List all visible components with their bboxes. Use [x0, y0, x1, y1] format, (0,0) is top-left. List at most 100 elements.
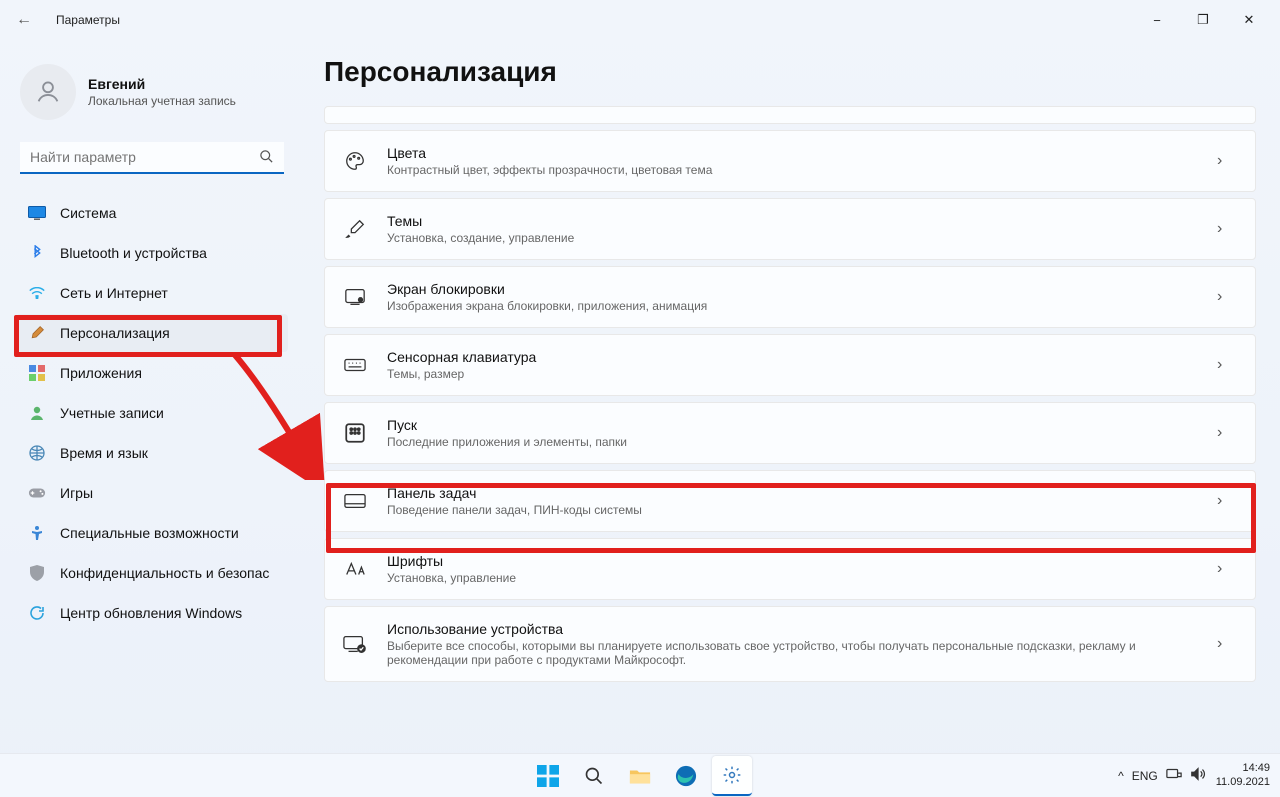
taskbar: ^ ENG 14:49 11.09.2021 — [0, 753, 1280, 797]
system-tray: ^ ENG 14:49 11.09.2021 — [1118, 762, 1270, 790]
card-title: Панель задач — [387, 485, 1197, 501]
card-sub: Темы, размер — [387, 367, 1197, 381]
search-field[interactable] — [20, 142, 284, 174]
paintbrush-icon — [28, 324, 46, 342]
sidebar-item-gaming[interactable]: Игры — [16, 474, 288, 512]
card-title: Шрифты — [387, 553, 1197, 569]
user-sub: Локальная учетная запись — [88, 94, 236, 108]
search-input[interactable] — [20, 142, 284, 174]
back-icon[interactable]: ← — [16, 11, 36, 29]
sidebar-item-label: Конфиденциальность и безопас — [60, 565, 269, 581]
card-title: Темы — [387, 213, 1197, 229]
sidebar-item-bluetooth[interactable]: Bluetooth и устройства — [16, 234, 288, 272]
card-lockscreen[interactable]: Экран блокировки Изображения экрана блоки… — [324, 266, 1256, 328]
card-sub: Выберите все способы, которыми вы планир… — [387, 639, 1197, 667]
card-themes[interactable]: Темы Установка, создание, управление › — [324, 198, 1256, 260]
bluetooth-icon — [28, 244, 46, 262]
sidebar-item-label: Игры — [60, 485, 93, 501]
tray-clock[interactable]: 14:49 11.09.2021 — [1216, 762, 1270, 790]
person-icon — [28, 404, 46, 422]
gamepad-icon — [28, 484, 46, 502]
card-peek[interactable] — [324, 106, 1256, 124]
card-device-usage[interactable]: Использование устройства Выберите все спо… — [324, 606, 1256, 682]
taskbar-settings-button[interactable] — [712, 756, 752, 796]
wifi-icon — [28, 284, 46, 302]
tray-language[interactable]: ENG — [1132, 769, 1158, 783]
page-title: Персонализация — [324, 56, 1256, 88]
sidebar: Евгений Локальная учетная запись Система… — [0, 40, 300, 797]
palette-icon — [343, 149, 367, 173]
sidebar-item-personalization[interactable]: Персонализация — [16, 314, 288, 352]
chevron-right-icon: › — [1217, 356, 1237, 374]
sidebar-item-privacy[interactable]: Конфиденциальность и безопас — [16, 554, 288, 592]
card-title: Цвета — [387, 145, 1197, 161]
taskbar-center — [528, 756, 752, 796]
card-sub: Последние приложения и элементы, папки — [387, 435, 1197, 449]
card-touch-keyboard[interactable]: Сенсорная клавиатура Темы, размер › — [324, 334, 1256, 396]
taskbar-edge-button[interactable] — [666, 756, 706, 796]
card-taskbar[interactable]: Панель задачПоведение панели задач, ПИН-… — [324, 470, 1256, 532]
nav-list: Система Bluetooth и устройства Сеть и Ин… — [16, 194, 288, 632]
sidebar-item-update[interactable]: Центр обновления Windows — [16, 594, 288, 632]
card-fonts[interactable]: Шрифты Установка, управление › — [324, 538, 1256, 600]
sidebar-item-network[interactable]: Сеть и Интернет — [16, 274, 288, 312]
card-title: Экран блокировки — [387, 281, 1197, 297]
sidebar-item-accounts[interactable]: Учетные записи — [16, 394, 288, 432]
sidebar-item-label: Bluetooth и устройства — [60, 245, 207, 261]
window-controls: − ❐ ✕ — [1134, 0, 1272, 40]
brush-icon — [343, 217, 367, 241]
sidebar-item-label: Приложения — [60, 365, 142, 381]
card-sub: Контрастный цвет, эффекты прозрачности, … — [387, 163, 1197, 177]
sidebar-item-label: Система — [60, 205, 116, 221]
sidebar-item-label: Специальные возможности — [60, 525, 239, 541]
chevron-right-icon: › — [1217, 220, 1237, 238]
tray-time: 14:49 — [1216, 762, 1270, 776]
shield-icon — [28, 564, 46, 582]
font-icon — [343, 557, 367, 581]
chevron-right-icon: › — [1217, 492, 1237, 510]
titlebar: ← Параметры − ❐ ✕ — [0, 0, 1280, 40]
sidebar-item-label: Персонализация — [60, 325, 170, 341]
tray-chevron-icon[interactable]: ^ — [1118, 769, 1124, 783]
chevron-right-icon: › — [1217, 152, 1237, 170]
minimize-button[interactable]: − — [1134, 0, 1180, 40]
start-menu-button[interactable] — [528, 756, 568, 796]
card-sub: Изображения экрана блокировки, приложени… — [387, 299, 1197, 313]
apps-icon — [28, 364, 46, 382]
maximize-button[interactable]: ❐ — [1180, 0, 1226, 40]
window-title: Параметры — [56, 13, 120, 27]
sidebar-item-accessibility[interactable]: Специальные возможности — [16, 514, 288, 552]
taskbar-icon — [343, 489, 367, 513]
sidebar-item-apps[interactable]: Приложения — [16, 354, 288, 392]
card-title: Использование устройства — [387, 621, 1197, 637]
card-title: Пуск — [387, 417, 1197, 433]
settings-card-list: Цвета Контрастный цвет, эффекты прозрачно… — [324, 106, 1256, 682]
sidebar-item-label: Центр обновления Windows — [60, 605, 242, 621]
tray-volume-icon[interactable] — [1190, 767, 1206, 784]
search-icon — [259, 149, 274, 169]
sidebar-item-time-language[interactable]: Время и язык — [16, 434, 288, 472]
tray-network-icon[interactable] — [1166, 767, 1182, 784]
user-profile[interactable]: Евгений Локальная учетная запись — [20, 64, 288, 120]
settings-window: ← Параметры − ❐ ✕ Евгений Локальная учет… — [0, 0, 1280, 797]
card-colors[interactable]: Цвета Контрастный цвет, эффекты прозрачно… — [324, 130, 1256, 192]
card-sub: Установка, управление — [387, 571, 1197, 585]
taskbar-search-button[interactable] — [574, 756, 614, 796]
globe-clock-icon — [28, 444, 46, 462]
card-start[interactable]: Пуск Последние приложения и элементы, пап… — [324, 402, 1256, 464]
tray-date: 11.09.2021 — [1216, 776, 1270, 790]
sidebar-item-label: Сеть и Интернет — [60, 285, 168, 301]
card-title: Сенсорная клавиатура — [387, 349, 1197, 365]
chevron-right-icon: › — [1217, 424, 1237, 442]
sidebar-item-label: Время и язык — [60, 445, 148, 461]
taskbar-explorer-button[interactable] — [620, 756, 660, 796]
monitor-icon — [28, 204, 46, 222]
chevron-right-icon: › — [1217, 288, 1237, 306]
avatar — [20, 64, 76, 120]
main-content: Персонализация Цвета Контрастный цвет, эф… — [300, 40, 1280, 797]
chevron-right-icon: › — [1217, 560, 1237, 578]
sidebar-item-system[interactable]: Система — [16, 194, 288, 232]
close-button[interactable]: ✕ — [1226, 0, 1272, 40]
user-name: Евгений — [88, 76, 236, 92]
card-sub: Установка, создание, управление — [387, 231, 1197, 245]
